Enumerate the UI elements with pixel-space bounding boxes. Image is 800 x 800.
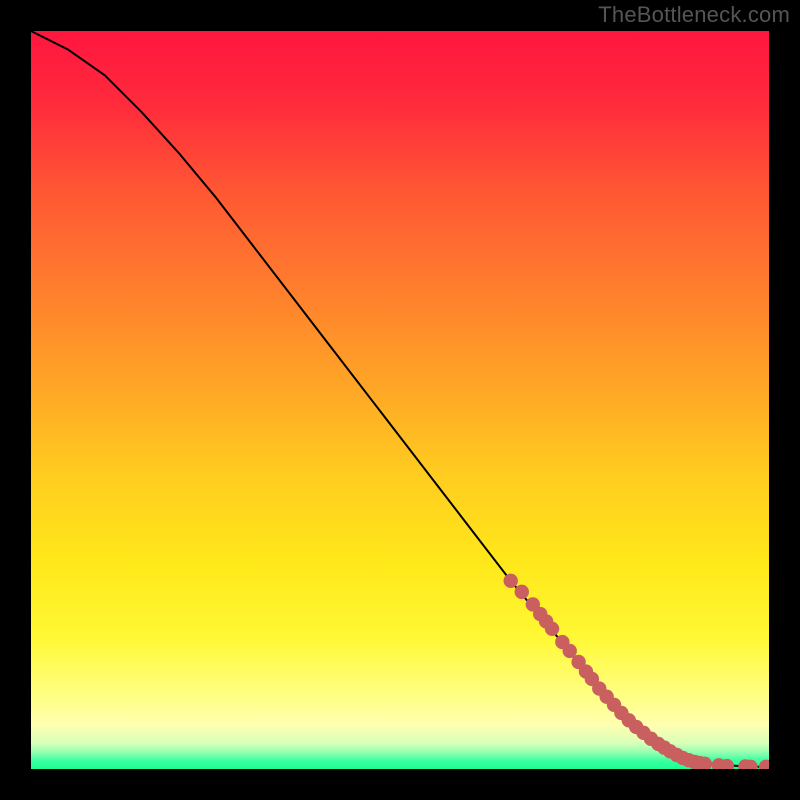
data-marker	[504, 574, 518, 588]
data-marker	[515, 585, 529, 599]
chart-svg	[31, 31, 769, 769]
chart-stage: TheBottleneck.com	[0, 0, 800, 800]
watermark-text: TheBottleneck.com	[598, 2, 790, 28]
gradient-background	[31, 31, 769, 769]
data-marker	[545, 622, 559, 636]
plot-area	[31, 31, 769, 769]
